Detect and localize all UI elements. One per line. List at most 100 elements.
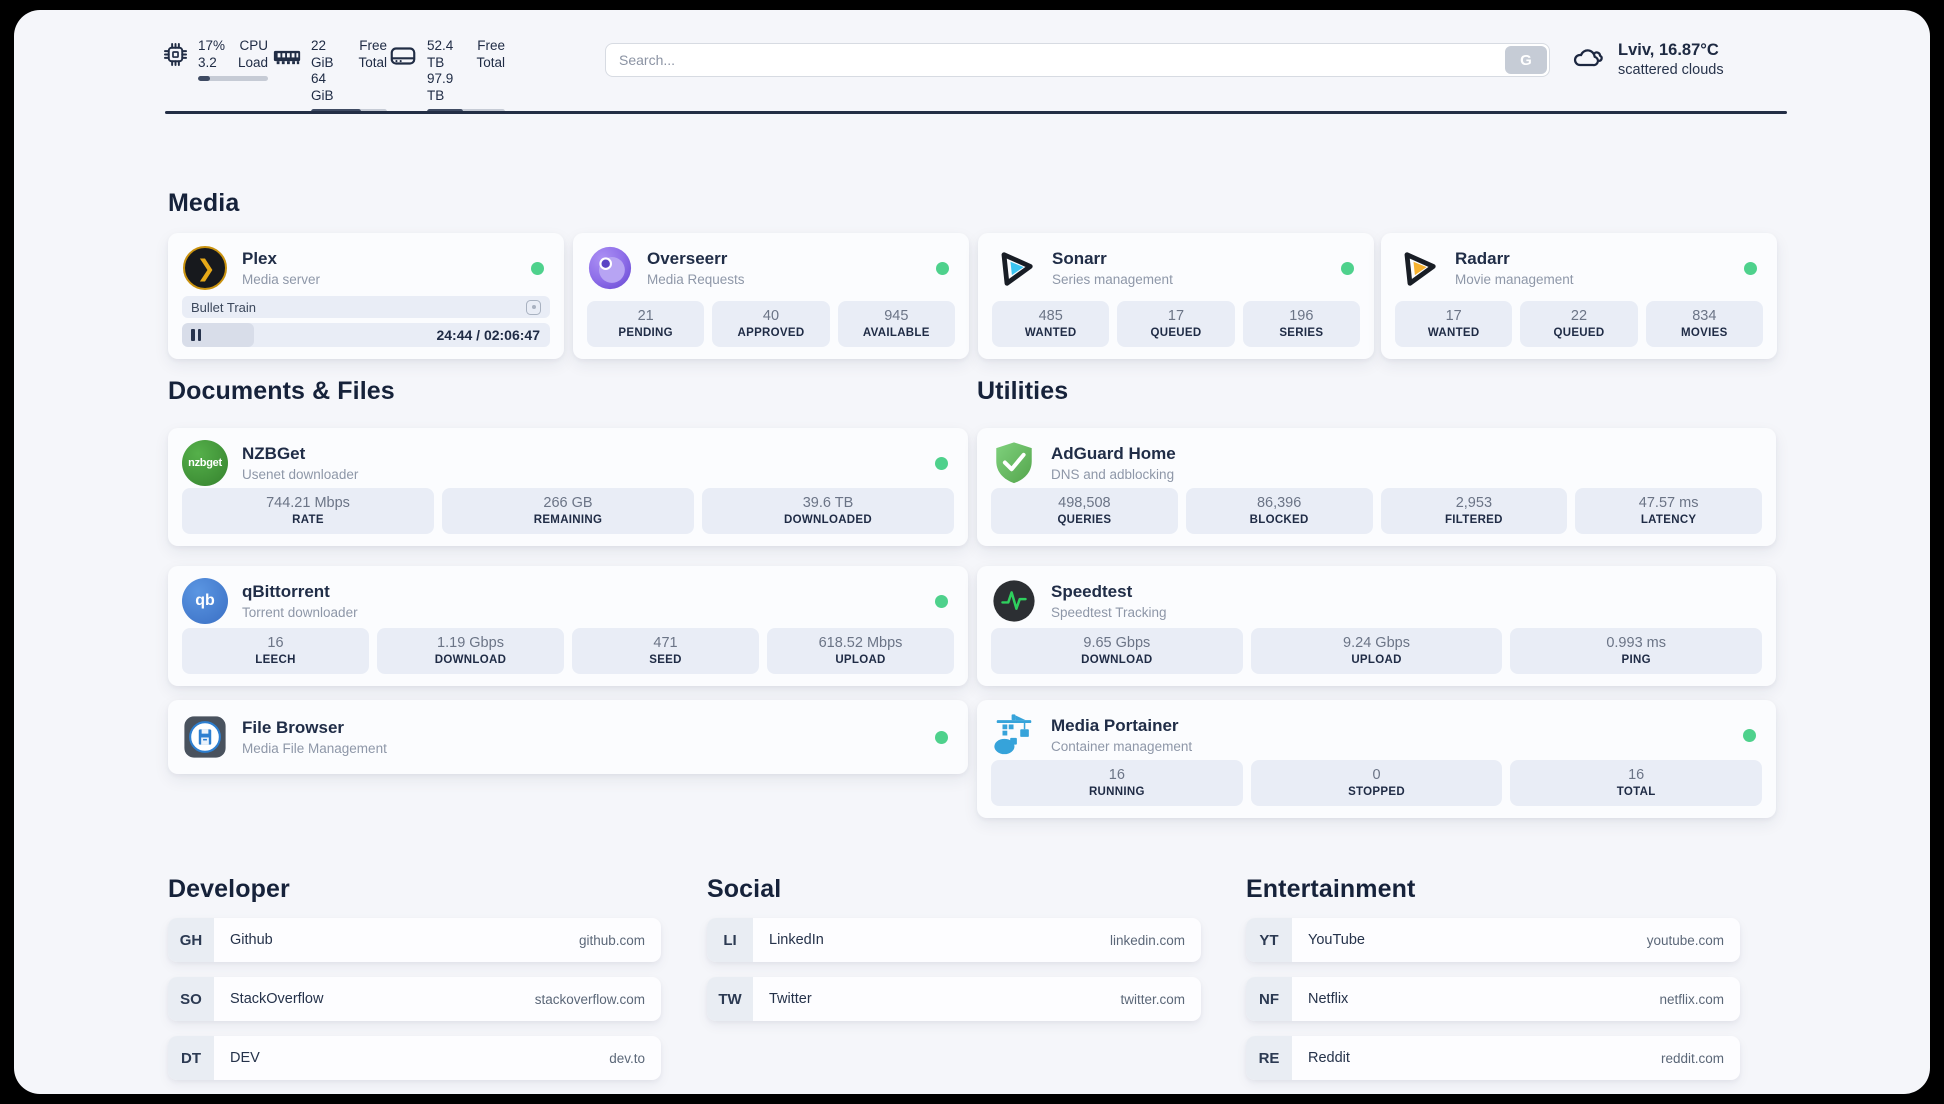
bookmark-youtube[interactable]: YT YouTube youtube.com xyxy=(1246,918,1740,962)
portainer-icon xyxy=(991,712,1037,758)
app-name: Overseerr xyxy=(647,249,728,268)
memory-total-value: 64 GiB xyxy=(311,71,334,103)
app-card-sonarr[interactable]: Sonarr Series management 485 WANTED 17 QUE… xyxy=(978,233,1374,359)
bookmark-url: linkedin.com xyxy=(1109,932,1185,948)
cpu-load-label: Load xyxy=(237,54,268,70)
storage-total-value: 97.9 TB xyxy=(427,71,454,103)
app-card-filebrowser[interactable]: File Browser Media File Management xyxy=(168,700,968,774)
speedtest-icon xyxy=(991,578,1037,624)
dashboard: 17% 3.2 CPU Load 22 GiB 64 GiB Free Total xyxy=(0,0,1944,1104)
bookmark-list-developer: GH Github github.com SO StackOverflow st… xyxy=(168,918,661,1095)
section-title-media: Media xyxy=(168,189,240,217)
bookmark-url: youtube.com xyxy=(1646,932,1724,948)
bookmark-abbr-badge: NF xyxy=(1246,977,1292,1021)
app-name: AdGuard Home xyxy=(1051,444,1176,463)
section-title-developer: Developer xyxy=(168,875,290,903)
app-card-speedtest[interactable]: Speedtest Speedtest Tracking 9.65 Gbps DO… xyxy=(977,566,1776,686)
app-name: Plex xyxy=(242,249,277,268)
cpu-label: CPU xyxy=(239,38,268,53)
bookmark-netflix[interactable]: NF Netflix netflix.com xyxy=(1246,977,1740,1021)
search-bar: G xyxy=(605,43,1550,77)
ram-icon xyxy=(273,50,301,65)
cpu-stat: 17% 3.2 CPU Load xyxy=(162,38,268,81)
app-card-radarr[interactable]: Radarr Movie management 17 WANTED 22 QUEUE… xyxy=(1381,233,1777,359)
bookmark-name: LinkedIn xyxy=(769,932,824,948)
search-engine-button[interactable]: G xyxy=(1505,46,1547,74)
stat-tile: 1.19 Gbps DOWNLOAD xyxy=(377,628,564,674)
app-card-nzbget[interactable]: nzbget NZBGet Usenet downloader 744.21 M… xyxy=(168,428,968,546)
bookmark-abbr-badge: YT xyxy=(1246,918,1292,962)
app-card-qbittorrent[interactable]: qb qBittorrent Torrent downloader 16 LEEC… xyxy=(168,566,968,686)
app-card-plex[interactable]: ❯ Plex Media server Bullet Train 24:44 /… xyxy=(168,233,564,359)
bookmark-reddit[interactable]: RE Reddit reddit.com xyxy=(1246,1036,1740,1080)
stat-tile: 17 WANTED xyxy=(1395,301,1513,347)
qbittorrent-icon: qb xyxy=(182,578,228,624)
adguard-icon xyxy=(991,440,1037,486)
stat-tile: 618.52 Mbps UPLOAD xyxy=(767,628,954,674)
app-name: File Browser xyxy=(242,718,345,737)
weather-widget: Lviv, 16.87°C scattered clouds xyxy=(1570,40,1724,80)
sonarr-icon xyxy=(992,245,1038,291)
app-name: NZBGet xyxy=(242,444,306,463)
bookmark-name: Reddit xyxy=(1308,1050,1350,1066)
stat-tile: 47.57 ms LATENCY xyxy=(1575,488,1762,534)
cpu-load-value: 3.2 xyxy=(198,54,217,70)
bookmark-url: stackoverflow.com xyxy=(534,991,645,1007)
bookmark-dev[interactable]: DT DEV dev.to xyxy=(168,1036,661,1080)
app-description: DNS and adblocking xyxy=(1051,467,1175,482)
bookmark-url: twitter.com xyxy=(1120,991,1185,1007)
stat-tile: 0 STOPPED xyxy=(1250,760,1503,806)
bookmark-list-entertainment: YT YouTube youtube.com NF Netflix netfli… xyxy=(1246,918,1740,1095)
memory-free-label: Free xyxy=(359,38,387,53)
app-name: Sonarr xyxy=(1052,249,1107,268)
stat-tile: 39.6 TB DOWNLOADED xyxy=(702,488,954,534)
storage-total-label: Total xyxy=(476,54,505,70)
bookmark-stackoverflow[interactable]: SO StackOverflow stackoverflow.com xyxy=(168,977,661,1021)
bookmark-url: netflix.com xyxy=(1659,991,1724,1007)
bookmark-abbr-badge: DT xyxy=(168,1036,214,1080)
app-name: Media Portainer xyxy=(1051,716,1179,735)
stat-tile: 22 QUEUED xyxy=(1520,301,1638,347)
stat-tile: 17 QUEUED xyxy=(1117,301,1235,347)
app-card-portainer[interactable]: Media Portainer Container management 16 R… xyxy=(977,700,1776,818)
stat-tile: 471 SEED xyxy=(572,628,759,674)
search-input[interactable] xyxy=(606,44,1549,76)
bookmark-abbr-badge: GH xyxy=(168,918,214,962)
disk-icon xyxy=(390,47,416,65)
stat-tile: 16 RUNNING xyxy=(991,760,1243,806)
memory-stat: 22 GiB 64 GiB Free Total xyxy=(272,38,387,114)
app-description: Movie management xyxy=(1455,272,1574,287)
stat-tile: 9.65 Gbps DOWNLOAD xyxy=(991,628,1243,674)
stat-tile: 21 PENDING xyxy=(587,301,705,347)
status-online-dot xyxy=(1744,261,1757,275)
bookmark-abbr-badge: TW xyxy=(707,977,753,1021)
cpu-usage-bar xyxy=(198,76,268,81)
bookmark-twitter[interactable]: TW Twitter twitter.com xyxy=(707,977,1201,1021)
weather-location: Lviv, 16.87°C xyxy=(1618,41,1719,59)
status-online-dot xyxy=(1743,728,1756,742)
app-card-overseerr[interactable]: Overseerr Media Requests 21 PENDING 40 APP… xyxy=(573,233,969,359)
app-name: qBittorrent xyxy=(242,582,330,601)
status-online-dot xyxy=(935,730,948,744)
pause-icon[interactable] xyxy=(191,329,201,341)
bookmark-name: Github xyxy=(230,932,273,948)
storage-stat: 52.4 TB 97.9 TB Free Total xyxy=(388,38,505,114)
stat-tile: 266 GB REMAINING xyxy=(442,488,694,534)
stat-tile: 16 LEECH xyxy=(182,628,369,674)
bookmark-linkedin[interactable]: LI LinkedIn linkedin.com xyxy=(707,918,1201,962)
app-description: Media server xyxy=(242,272,321,287)
stat-tile: 498,508 QUERIES xyxy=(991,488,1178,534)
cpu-usage-value: 17% xyxy=(198,38,226,53)
app-description: Container management xyxy=(1051,739,1193,754)
bookmark-list-social: LI LinkedIn linkedin.com TW Twitter twit… xyxy=(707,918,1201,1036)
stat-tile: 834 MOVIES xyxy=(1645,301,1763,347)
stat-tile: 16 TOTAL xyxy=(1510,760,1763,806)
stat-tile: 2,953 FILTERED xyxy=(1380,488,1568,534)
section-title-entertainment: Entertainment xyxy=(1246,875,1416,903)
app-card-adguard[interactable]: AdGuard Home DNS and adblocking 498,508 Q… xyxy=(977,428,1776,546)
now-playing-bar: Bullet Train xyxy=(182,296,550,318)
now-playing-screen-icon[interactable] xyxy=(526,299,541,315)
bookmark-github[interactable]: GH Github github.com xyxy=(168,918,661,962)
radarr-icon xyxy=(1395,245,1441,291)
app-description: Media Requests xyxy=(647,272,745,287)
